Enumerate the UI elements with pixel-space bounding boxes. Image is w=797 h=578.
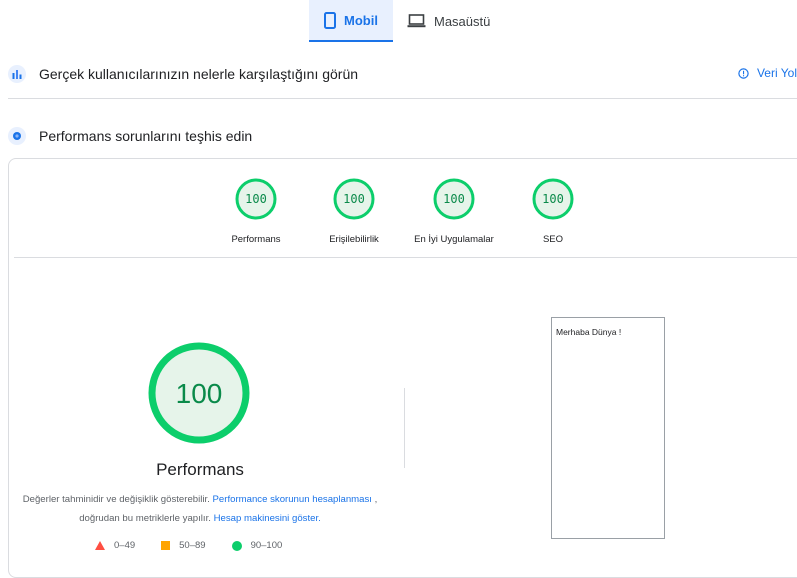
score-ring: 100 [532, 178, 574, 220]
legend-label: 90–100 [250, 540, 283, 551]
score-description: Değerler tahminidir ve değişiklik göster… [20, 490, 380, 528]
triangle-icon [95, 541, 105, 550]
info-icon [738, 67, 749, 79]
score-value: 100 [443, 192, 465, 206]
gauge-label: Performans [231, 234, 281, 245]
data-source-link-label: Veri Yol [756, 66, 797, 80]
field-data-title: Gerçek kullanıcılarınızın nelerle karşıl… [39, 66, 359, 82]
device-tabs: Mobil Masaüstü [0, 0, 797, 44]
legend-label: 50–89 [179, 540, 206, 551]
preview-text: Merhaba Dünya ! [556, 327, 622, 337]
tab-desktop-label: Masaüstü [434, 13, 491, 29]
phone-icon [324, 11, 337, 29]
gauge-label: Erişilebilirlik [329, 234, 379, 245]
calculator-link[interactable]: Hesap makinesini göster. [214, 513, 321, 524]
gauge-label: SEO [542, 234, 564, 245]
gauge-accessibility[interactable]: 100 Erişilebilirlik [299, 178, 409, 245]
legend-item-pass: 90–100 [231, 540, 283, 551]
gauge-label: En İyi Uygulamalar [414, 234, 494, 245]
laptop-icon [407, 14, 426, 28]
performance-main-gauge: 100 [148, 342, 250, 444]
section-divider [8, 98, 797, 99]
main-score-value: 100 [176, 378, 223, 409]
gauges-divider [14, 257, 797, 258]
diagnose-title: Performans sorunlarını teşhis edin [39, 128, 253, 144]
gauge-performance[interactable]: 100 Performans [201, 178, 311, 245]
vertical-divider [404, 388, 405, 468]
gauge-seo[interactable]: 100 SEO [498, 178, 608, 245]
legend-item-average: 50–89 [161, 540, 206, 551]
desc-text-1: Değerler tahminidir ve değişiklik göster… [22, 494, 213, 505]
crux-icon [8, 65, 26, 83]
data-source-link[interactable]: Veri Yol [738, 66, 797, 80]
tab-mobile[interactable]: Mobil [309, 0, 393, 42]
score-ring: 100 [333, 178, 375, 220]
diagnose-section: Performans sorunlarını teşhis edin [0, 120, 797, 152]
score-ring: 100 [433, 178, 475, 220]
tab-mobile-label: Mobil [344, 12, 378, 28]
legend-item-fail: 0–49 [95, 540, 135, 551]
gauge-best-practices[interactable]: 100 En İyi Uygulamalar [399, 178, 509, 245]
page-screenshot-preview[interactable]: Merhaba Dünya ! [551, 317, 665, 539]
tab-desktop[interactable]: Masaüstü [405, 0, 490, 42]
score-calculation-link[interactable]: Performance skorunun hesaplanması [213, 494, 372, 505]
score-gauges: 100 Performans 100 Erişilebilirlik 100 E… [0, 178, 797, 248]
square-icon [161, 541, 171, 550]
score-legend: 0–49 50–89 90–100 [95, 540, 308, 551]
field-data-section: Gerçek kullanıcılarınızın nelerle karşıl… [0, 58, 797, 90]
legend-label: 0–49 [114, 540, 136, 551]
score-ring: 100 [235, 178, 277, 220]
circle-icon [231, 540, 242, 551]
main-score-title: Performans [156, 460, 244, 479]
lighthouse-icon [8, 127, 26, 145]
score-value: 100 [542, 192, 564, 206]
score-value: 100 [343, 192, 365, 206]
score-value: 100 [245, 192, 267, 206]
